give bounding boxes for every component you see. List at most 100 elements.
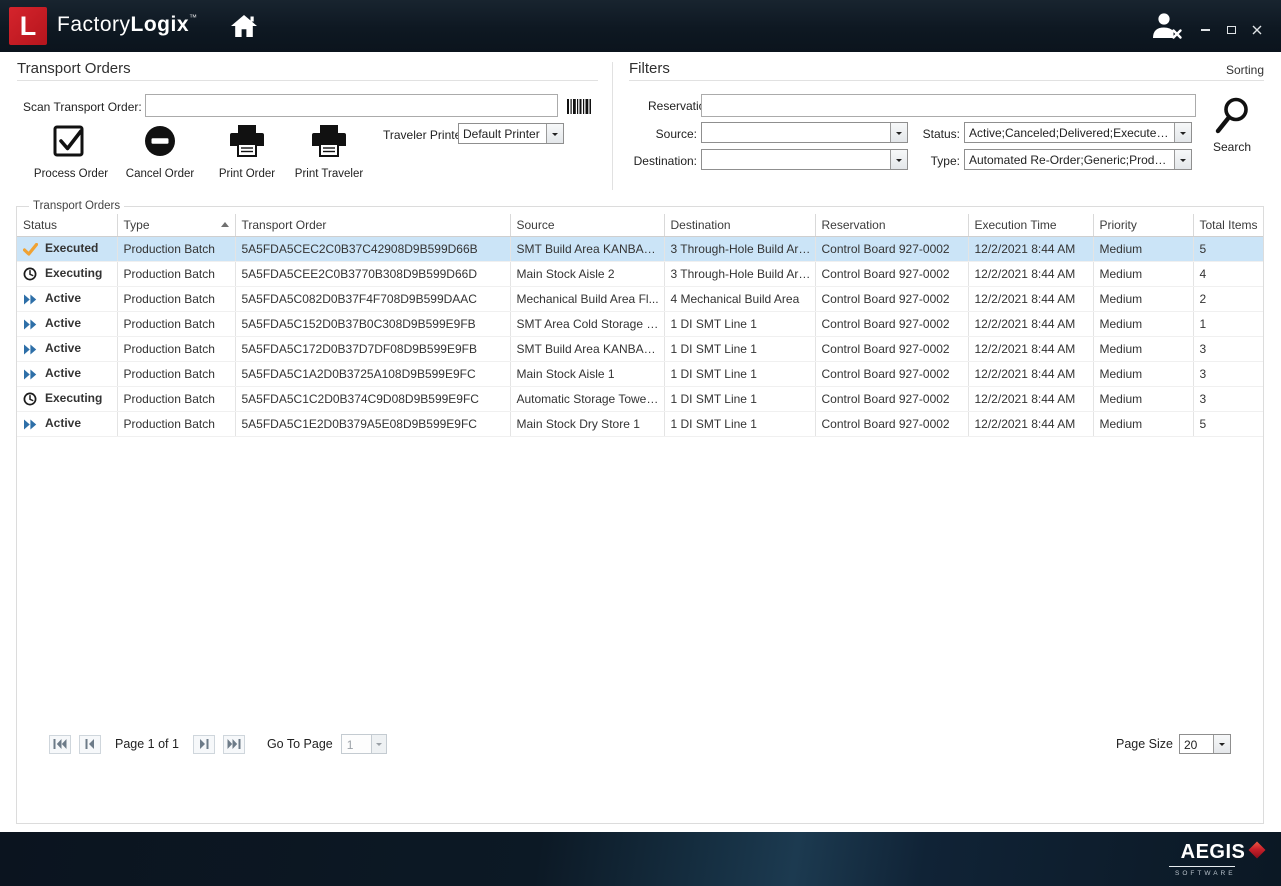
print-order-button[interactable]: Print Order: [204, 124, 290, 180]
reservation-input[interactable]: [701, 94, 1196, 117]
status-select[interactable]: Active;Canceled;Delivered;Executed;E...: [964, 122, 1192, 143]
first-page-icon[interactable]: [49, 735, 71, 754]
page-size-label: Page Size: [1116, 737, 1173, 751]
user-signout-icon[interactable]: [1150, 11, 1184, 40]
active-status-icon: [23, 317, 41, 331]
traveler-printer-label: Traveler Printer:: [383, 128, 469, 142]
cell-type: Production Batch: [117, 411, 235, 436]
trademark-symbol: ™: [189, 13, 197, 22]
active-status-icon: [23, 342, 41, 356]
scan-transport-order-input[interactable]: [145, 94, 558, 117]
cell-reservation: Control Board 927-0002: [815, 411, 968, 436]
last-page-icon[interactable]: [223, 735, 245, 754]
goto-page-input[interactable]: 1: [341, 734, 387, 754]
source-label: Source:: [648, 127, 697, 141]
column-header-transport-order[interactable]: Transport Order: [235, 214, 510, 236]
search-label: Search: [1213, 140, 1251, 154]
window-controls: [1199, 24, 1263, 36]
cell-status: Active: [17, 411, 117, 436]
cell-source: SMT Build Area KANBAN 1: [510, 336, 664, 361]
cancel-order-label: Cancel Order: [126, 168, 194, 180]
cell-transport-order: 5A5FDA5C1E2D0B379A5E08D9B599E9FC: [235, 411, 510, 436]
scan-transport-order-label: Scan Transport Order:: [23, 100, 142, 114]
cell-reservation: Control Board 927-0002: [815, 336, 968, 361]
cell-destination: 3 Through-Hole Build Area: [664, 236, 815, 261]
traveler-printer-select[interactable]: Default Printer: [458, 123, 564, 144]
search-icon: [1213, 96, 1251, 136]
footer-bar: AEGIS SOFTWARE: [0, 832, 1281, 886]
chevron-down-icon[interactable]: [890, 150, 907, 169]
column-header-reservation[interactable]: Reservation: [815, 214, 968, 236]
table-row[interactable]: ActiveProduction Batch5A5FDA5C1E2D0B379A…: [17, 411, 1263, 436]
cell-execution-time: 12/2/2021 8:44 AM: [968, 286, 1093, 311]
groupbox-title: Transport Orders: [29, 200, 124, 212]
cell-reservation: Control Board 927-0002: [815, 236, 968, 261]
column-header-total-items[interactable]: Total Items: [1193, 214, 1263, 236]
panel-divider: [612, 62, 613, 190]
column-header-source[interactable]: Source: [510, 214, 664, 236]
table-row[interactable]: ExecutingProduction Batch5A5FDA5CEE2C0B3…: [17, 261, 1263, 286]
cancel-order-button[interactable]: Cancel Order: [117, 124, 203, 180]
cell-status: Active: [17, 311, 117, 336]
maximize-icon[interactable]: [1225, 24, 1237, 36]
print-traveler-icon: [310, 124, 348, 158]
cell-total-items: 2: [1193, 286, 1263, 311]
print-traveler-label: Print Traveler: [295, 168, 363, 180]
minimize-icon[interactable]: [1199, 24, 1211, 36]
source-select[interactable]: [701, 122, 908, 143]
cell-total-items: 5: [1193, 236, 1263, 261]
cell-reservation: Control Board 927-0002: [815, 261, 968, 286]
cell-total-items: 4: [1193, 261, 1263, 286]
executed-status-icon: [23, 242, 41, 256]
factorylogix-logo: L: [9, 7, 47, 45]
cell-destination: 3 Through-Hole Build Area: [664, 261, 815, 286]
cell-reservation: Control Board 927-0002: [815, 311, 968, 336]
type-select[interactable]: Automated Re-Order;Generic;Produc...: [964, 149, 1192, 170]
next-page-icon[interactable]: [193, 735, 215, 754]
cell-total-items: 1: [1193, 311, 1263, 336]
chevron-down-icon[interactable]: [890, 123, 907, 142]
table-row[interactable]: ExecutingProduction Batch5A5FDA5C1C2D0B3…: [17, 386, 1263, 411]
column-header-execution-time[interactable]: Execution Time: [968, 214, 1093, 236]
table-row[interactable]: ActiveProduction Batch5A5FDA5C172D0B37D7…: [17, 336, 1263, 361]
reservation-label: Reservation:: [648, 99, 697, 113]
destination-label: Destination:: [625, 154, 697, 168]
page-size-select[interactable]: 20: [1179, 734, 1231, 754]
table-row[interactable]: ActiveProduction Batch5A5FDA5C152D0B37B0…: [17, 311, 1263, 336]
print-traveler-button[interactable]: Print Traveler: [286, 124, 372, 180]
chevron-down-icon[interactable]: [546, 124, 563, 143]
goto-page-value: 1: [347, 738, 354, 752]
close-icon[interactable]: [1251, 24, 1263, 36]
cell-status: Active: [17, 361, 117, 386]
process-order-icon: [52, 124, 90, 158]
cell-transport-order: 5A5FDA5C082D0B37F4F708D9B599DAAC: [235, 286, 510, 311]
chevron-down-icon[interactable]: [1174, 150, 1191, 169]
table-row[interactable]: ExecutedProduction Batch5A5FDA5CEC2C0B37…: [17, 236, 1263, 261]
home-icon[interactable]: [230, 14, 260, 40]
chevron-down-icon[interactable]: [371, 735, 386, 753]
cell-type: Production Batch: [117, 386, 235, 411]
search-button[interactable]: Search: [1208, 96, 1256, 154]
aegis-brand-text: AEGIS: [1181, 841, 1246, 863]
previous-page-icon[interactable]: [79, 735, 101, 754]
table-row[interactable]: ActiveProduction Batch5A5FDA5C1A2D0B3725…: [17, 361, 1263, 386]
cell-priority: Medium: [1093, 236, 1193, 261]
cell-source: Main Stock Aisle 2: [510, 261, 664, 286]
destination-select[interactable]: [701, 149, 908, 170]
chevron-down-icon[interactable]: [1174, 123, 1191, 142]
column-header-destination[interactable]: Destination: [664, 214, 815, 236]
table-row[interactable]: ActiveProduction Batch5A5FDA5C082D0B37F4…: [17, 286, 1263, 311]
column-header-type[interactable]: Type: [117, 214, 235, 236]
column-header-status[interactable]: Status: [17, 214, 117, 236]
cell-source: SMT Build Area KANBAN 1: [510, 236, 664, 261]
process-order-button[interactable]: Process Order: [28, 124, 114, 180]
cell-priority: Medium: [1093, 361, 1193, 386]
chevron-down-icon[interactable]: [1213, 735, 1230, 753]
cell-destination: 1 DI SMT Line 1: [664, 411, 815, 436]
process-order-label: Process Order: [34, 168, 108, 180]
cell-source: Automatic Storage Tower 1: [510, 386, 664, 411]
column-header-priority[interactable]: Priority: [1093, 214, 1193, 236]
cell-transport-order: 5A5FDA5CEC2C0B37C42908D9B599D66B: [235, 236, 510, 261]
cell-destination: 1 DI SMT Line 1: [664, 386, 815, 411]
sorting-link[interactable]: Sorting: [1226, 60, 1264, 77]
